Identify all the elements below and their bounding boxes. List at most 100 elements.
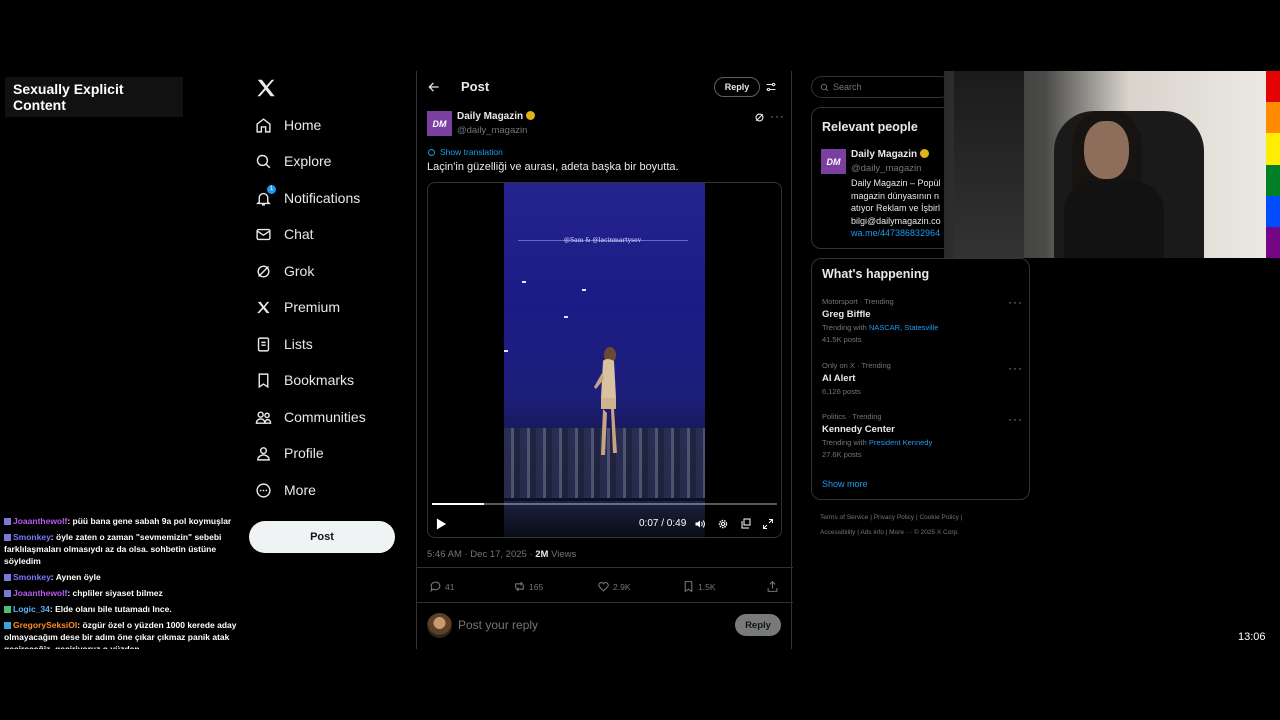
chat-text: püü bana gene sabah 9a pol koymuşlar xyxy=(72,516,232,526)
nav-item-chat[interactable]: Chat xyxy=(255,219,314,249)
timestamp-date: 5:46 AM · Dec 17, 2025 · xyxy=(427,549,536,560)
nav-item-premium[interactable]: Premium xyxy=(255,292,340,322)
chat-message: GregorySeksiOl: özgür özel o yüzden 1000… xyxy=(4,619,254,649)
bookmark-action[interactable]: 1.5K xyxy=(682,580,716,593)
share-icon xyxy=(767,580,778,592)
trend-item[interactable]: Politics · Trending Kennedy Center Trend… xyxy=(822,412,932,459)
like-action[interactable]: 2.9K xyxy=(597,580,631,593)
author-name[interactable]: Daily Magazin xyxy=(457,111,523,122)
post-header: Post Reply xyxy=(417,71,793,103)
bio-link[interactable]: wa.me/447386832964 xyxy=(851,227,959,240)
fullscreen-icon[interactable] xyxy=(762,518,774,530)
reply-header-button[interactable]: Reply xyxy=(714,77,760,97)
profile-icon xyxy=(257,446,270,461)
nav-label: Communities xyxy=(284,409,366,425)
video-progress-bar[interactable] xyxy=(432,503,777,505)
show-translation-link[interactable]: Show translation xyxy=(427,147,503,157)
video-time: 0:07 / 0:49 xyxy=(639,518,687,529)
repost-count: 165 xyxy=(529,581,544,592)
author-avatar[interactable]: DM xyxy=(427,111,452,136)
settings-gear-icon[interactable] xyxy=(717,518,729,530)
views-label: Views xyxy=(548,549,577,560)
current-user-avatar[interactable] xyxy=(427,613,452,638)
trend-name: Kennedy Center xyxy=(822,424,895,435)
chat-username: Smonkey xyxy=(13,532,51,542)
sliders-icon[interactable] xyxy=(765,81,777,93)
volume-icon[interactable] xyxy=(694,518,706,530)
reply-action[interactable]: 41 xyxy=(429,580,454,593)
trend-more-icon[interactable]: ··· xyxy=(1008,295,1023,309)
trend-more-icon[interactable]: ··· xyxy=(1008,361,1023,375)
trend-item[interactable]: Motorsport · Trending Greg Biffle Trendi… xyxy=(822,297,938,344)
trend-with-links[interactable]: NASCAR, Statesville xyxy=(869,323,939,332)
trend-with-label: Trending with xyxy=(822,323,869,332)
home-icon xyxy=(256,117,271,133)
panel-title: Relevant people xyxy=(822,120,918,134)
relevant-person-handle: @daily_magazin xyxy=(851,163,922,174)
nav-item-home[interactable]: Home xyxy=(255,110,321,140)
chat-username: GregorySeksiOl xyxy=(13,620,78,630)
relevant-person-name-row[interactable]: Daily Magazin xyxy=(851,149,930,160)
chat-text: chpliler siyaset bilmez xyxy=(72,588,163,598)
video-player[interactable]: @Sam & @lacinmartysev 0:07 / 0:49 xyxy=(427,182,782,538)
search-input[interactable]: Search xyxy=(811,76,951,98)
trend-more-icon[interactable]: ··· xyxy=(1008,412,1023,426)
post-button[interactable]: Post xyxy=(249,521,395,553)
nav-label: Premium xyxy=(284,299,341,315)
author-name-row[interactable]: Daily Magazin xyxy=(457,111,536,122)
mail-icon xyxy=(256,228,271,240)
panel-title: What's happening xyxy=(822,267,930,281)
video-progress-fill xyxy=(432,503,484,505)
nav-item-communities[interactable]: Communities xyxy=(255,402,366,432)
chat-badge-icon xyxy=(4,622,11,629)
play-icon[interactable] xyxy=(436,518,447,530)
nav-item-explore[interactable]: Explore xyxy=(255,146,331,176)
nav-item-grok[interactable]: Grok xyxy=(255,256,314,286)
trend-with-links[interactable]: President Kennedy xyxy=(869,438,932,447)
verified-badge-icon xyxy=(920,149,930,158)
chat-badge-icon xyxy=(4,590,11,597)
reply-input[interactable]: Post your reply xyxy=(458,618,538,632)
chat-badge-icon xyxy=(4,606,11,613)
chat-badge-icon xyxy=(4,574,11,581)
picture-in-picture-icon[interactable] xyxy=(740,518,752,530)
nav-item-more[interactable]: More xyxy=(255,475,316,505)
x-logo-icon[interactable] xyxy=(255,77,277,99)
nav-item-bookmarks[interactable]: Bookmarks xyxy=(255,365,354,395)
reply-icon xyxy=(430,581,441,593)
show-more-link[interactable]: Show more xyxy=(822,479,868,489)
nav-item-notifications[interactable]: 1 Notifications xyxy=(255,183,360,213)
trend-meta: Motorsport · Trending xyxy=(822,297,894,306)
footer-links[interactable]: Accessibility | Ads info | More ··· © 20… xyxy=(820,529,1020,536)
search-icon xyxy=(820,83,829,91)
bio-line: Daily Magazin – Popül xyxy=(851,178,941,188)
post-detail-column: Post Reply DM Daily Magazin @daily_magaz… xyxy=(416,71,793,649)
chat-message: Smonkey: öyle zaten o zaman "sevmemizin"… xyxy=(4,532,222,566)
repost-action[interactable]: 165 xyxy=(513,580,543,593)
post-more-icon[interactable]: ··· xyxy=(770,109,785,123)
trend-count: 41.5K posts xyxy=(822,335,862,344)
more-circle-icon xyxy=(256,482,271,498)
nav-label: Explore xyxy=(284,153,332,169)
nav-label: Lists xyxy=(284,336,313,352)
x-icon xyxy=(257,301,270,313)
list-icon xyxy=(257,336,270,352)
trend-name: AI Alert xyxy=(822,373,856,384)
reply-submit-button[interactable]: Reply xyxy=(735,614,781,636)
nav-item-profile[interactable]: Profile xyxy=(255,438,324,468)
author-handle[interactable]: @daily_magazin xyxy=(457,125,527,136)
trend-item[interactable]: Only on X · Trending AI Alert 6,126 post… xyxy=(822,361,891,396)
nav-label: Notifications xyxy=(284,190,361,206)
grok-explain-icon[interactable] xyxy=(754,112,765,123)
like-count: 2.9K xyxy=(613,581,631,592)
grok-icon xyxy=(257,264,270,278)
trend-meta: Only on X · Trending xyxy=(822,361,891,370)
back-arrow-icon[interactable] xyxy=(427,80,441,94)
relevant-person-avatar[interactable]: DM xyxy=(821,149,846,174)
footer-links[interactable]: Terms of Service | Privacy Policy | Cook… xyxy=(820,514,1020,521)
nav-item-lists[interactable]: Lists xyxy=(255,329,313,359)
share-action[interactable] xyxy=(766,580,782,593)
heart-icon xyxy=(598,582,609,592)
nav-label: Profile xyxy=(284,445,324,461)
relevant-person-name[interactable]: Daily Magazin xyxy=(851,149,917,160)
